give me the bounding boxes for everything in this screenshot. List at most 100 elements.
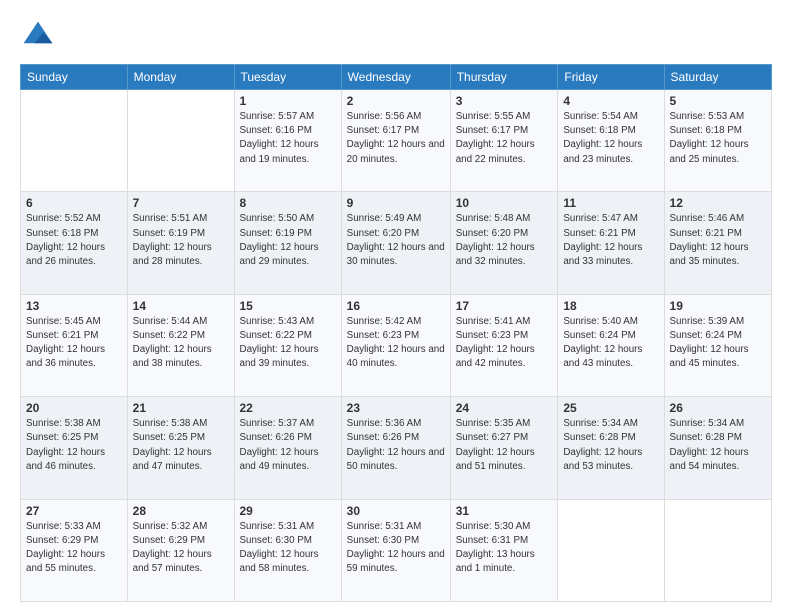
day-info: Sunrise: 5:45 AM Sunset: 6:21 PM Dayligh… xyxy=(26,315,122,372)
calendar-cell: 25 Sunrise: 5:34 AM Sunset: 6:28 PM Dayli… xyxy=(558,397,664,499)
calendar-body: 1 Sunrise: 5:57 AM Sunset: 6:16 PM Daylig… xyxy=(21,90,772,602)
calendar-cell: 30 Sunrise: 5:31 AM Sunset: 6:30 PM Dayli… xyxy=(341,499,450,601)
day-number: 16 xyxy=(347,299,445,313)
calendar-cell xyxy=(21,90,128,192)
calendar-cell: 21 Sunrise: 5:38 AM Sunset: 6:25 PM Dayli… xyxy=(127,397,234,499)
day-number: 7 xyxy=(133,196,229,210)
day-number: 2 xyxy=(347,94,445,108)
day-number: 23 xyxy=(347,401,445,415)
day-info: Sunrise: 5:44 AM Sunset: 6:22 PM Dayligh… xyxy=(133,315,229,372)
day-number: 3 xyxy=(456,94,553,108)
day-number: 26 xyxy=(670,401,766,415)
day-info: Sunrise: 5:48 AM Sunset: 6:20 PM Dayligh… xyxy=(456,212,553,269)
day-info: Sunrise: 5:31 AM Sunset: 6:30 PM Dayligh… xyxy=(347,520,445,577)
day-number: 13 xyxy=(26,299,122,313)
day-info: Sunrise: 5:36 AM Sunset: 6:26 PM Dayligh… xyxy=(347,417,445,474)
calendar-cell: 15Sunrise: 5:43 AM Sunset: 6:22 PM Dayli… xyxy=(234,294,341,396)
day-number: 1 xyxy=(240,94,336,108)
calendar-week: 1 Sunrise: 5:57 AM Sunset: 6:16 PM Daylig… xyxy=(21,90,772,192)
calendar-cell xyxy=(664,499,771,601)
calendar-cell xyxy=(127,90,234,192)
day-number: 8 xyxy=(240,196,336,210)
calendar-cell: 10Sunrise: 5:48 AM Sunset: 6:20 PM Dayli… xyxy=(450,192,558,294)
calendar-cell: 5Sunrise: 5:53 AM Sunset: 6:18 PM Daylig… xyxy=(664,90,771,192)
day-number: 24 xyxy=(456,401,553,415)
calendar-week: 6 Sunrise: 5:52 AM Sunset: 6:18 PM Daylig… xyxy=(21,192,772,294)
day-info: Sunrise: 5:40 AM Sunset: 6:24 PM Dayligh… xyxy=(563,315,658,372)
day-number: 6 xyxy=(26,196,122,210)
day-info: Sunrise: 5:31 AM Sunset: 6:30 PM Dayligh… xyxy=(240,520,336,577)
day-info: Sunrise: 5:51 AM Sunset: 6:19 PM Dayligh… xyxy=(133,212,229,269)
day-info: Sunrise: 5:32 AM Sunset: 6:29 PM Dayligh… xyxy=(133,520,229,577)
day-info: Sunrise: 5:30 AM Sunset: 6:31 PM Dayligh… xyxy=(456,520,553,577)
day-number: 22 xyxy=(240,401,336,415)
calendar-cell: 8Sunrise: 5:50 AM Sunset: 6:19 PM Daylig… xyxy=(234,192,341,294)
day-info: Sunrise: 5:42 AM Sunset: 6:23 PM Dayligh… xyxy=(347,315,445,372)
calendar-cell: 29 Sunrise: 5:31 AM Sunset: 6:30 PM Dayli… xyxy=(234,499,341,601)
weekday-row: SundayMondayTuesdayWednesdayThursdayFrid… xyxy=(21,65,772,90)
weekday-header: Monday xyxy=(127,65,234,90)
day-info: Sunrise: 5:37 AM Sunset: 6:26 PM Dayligh… xyxy=(240,417,336,474)
day-number: 27 xyxy=(26,504,122,518)
calendar-cell: 23 Sunrise: 5:36 AM Sunset: 6:26 PM Dayli… xyxy=(341,397,450,499)
day-info: Sunrise: 5:55 AM Sunset: 6:17 PM Dayligh… xyxy=(456,110,553,167)
day-number: 4 xyxy=(563,94,658,108)
day-number: 11 xyxy=(563,196,658,210)
calendar-week: 27 Sunrise: 5:33 AM Sunset: 6:29 PM Dayli… xyxy=(21,499,772,601)
calendar-cell: 12 Sunrise: 5:46 AM Sunset: 6:21 PM Dayli… xyxy=(664,192,771,294)
day-number: 9 xyxy=(347,196,445,210)
day-number: 17 xyxy=(456,299,553,313)
day-number: 20 xyxy=(26,401,122,415)
calendar-cell: 28 Sunrise: 5:32 AM Sunset: 6:29 PM Dayli… xyxy=(127,499,234,601)
day-info: Sunrise: 5:49 AM Sunset: 6:20 PM Dayligh… xyxy=(347,212,445,269)
day-number: 18 xyxy=(563,299,658,313)
day-info: Sunrise: 5:34 AM Sunset: 6:28 PM Dayligh… xyxy=(563,417,658,474)
calendar-cell: 27 Sunrise: 5:33 AM Sunset: 6:29 PM Dayli… xyxy=(21,499,128,601)
day-info: Sunrise: 5:34 AM Sunset: 6:28 PM Dayligh… xyxy=(670,417,766,474)
calendar-cell: 16 Sunrise: 5:42 AM Sunset: 6:23 PM Dayli… xyxy=(341,294,450,396)
weekday-header: Saturday xyxy=(664,65,771,90)
day-number: 30 xyxy=(347,504,445,518)
weekday-header: Tuesday xyxy=(234,65,341,90)
day-info: Sunrise: 5:38 AM Sunset: 6:25 PM Dayligh… xyxy=(133,417,229,474)
calendar-week: 20 Sunrise: 5:38 AM Sunset: 6:25 PM Dayli… xyxy=(21,397,772,499)
calendar-cell: 7 Sunrise: 5:51 AM Sunset: 6:19 PM Daylig… xyxy=(127,192,234,294)
calendar-cell: 18 Sunrise: 5:40 AM Sunset: 6:24 PM Dayli… xyxy=(558,294,664,396)
weekday-header: Sunday xyxy=(21,65,128,90)
weekday-header: Thursday xyxy=(450,65,558,90)
calendar-cell: 26 Sunrise: 5:34 AM Sunset: 6:28 PM Dayli… xyxy=(664,397,771,499)
day-number: 28 xyxy=(133,504,229,518)
day-info: Sunrise: 5:35 AM Sunset: 6:27 PM Dayligh… xyxy=(456,417,553,474)
day-number: 15 xyxy=(240,299,336,313)
weekday-header: Friday xyxy=(558,65,664,90)
day-info: Sunrise: 5:33 AM Sunset: 6:29 PM Dayligh… xyxy=(26,520,122,577)
calendar-header: SundayMondayTuesdayWednesdayThursdayFrid… xyxy=(21,65,772,90)
calendar-cell: 6 Sunrise: 5:52 AM Sunset: 6:18 PM Daylig… xyxy=(21,192,128,294)
day-info: Sunrise: 5:52 AM Sunset: 6:18 PM Dayligh… xyxy=(26,212,122,269)
day-number: 14 xyxy=(133,299,229,313)
day-number: 29 xyxy=(240,504,336,518)
day-number: 19 xyxy=(670,299,766,313)
day-info: Sunrise: 5:38 AM Sunset: 6:25 PM Dayligh… xyxy=(26,417,122,474)
calendar-cell: 4Sunrise: 5:54 AM Sunset: 6:18 PM Daylig… xyxy=(558,90,664,192)
calendar-cell: 1 Sunrise: 5:57 AM Sunset: 6:16 PM Daylig… xyxy=(234,90,341,192)
page: SundayMondayTuesdayWednesdayThursdayFrid… xyxy=(0,0,792,612)
calendar-cell: 9 Sunrise: 5:49 AM Sunset: 6:20 PM Daylig… xyxy=(341,192,450,294)
day-info: Sunrise: 5:56 AM Sunset: 6:17 PM Dayligh… xyxy=(347,110,445,167)
calendar-cell: 13 Sunrise: 5:45 AM Sunset: 6:21 PM Dayli… xyxy=(21,294,128,396)
day-info: Sunrise: 5:47 AM Sunset: 6:21 PM Dayligh… xyxy=(563,212,658,269)
calendar-cell: 3 Sunrise: 5:55 AM Sunset: 6:17 PM Daylig… xyxy=(450,90,558,192)
day-number: 12 xyxy=(670,196,766,210)
calendar-cell: 11 Sunrise: 5:47 AM Sunset: 6:21 PM Dayli… xyxy=(558,192,664,294)
day-info: Sunrise: 5:46 AM Sunset: 6:21 PM Dayligh… xyxy=(670,212,766,269)
day-number: 21 xyxy=(133,401,229,415)
calendar-cell: 24 Sunrise: 5:35 AM Sunset: 6:27 PM Dayli… xyxy=(450,397,558,499)
day-info: Sunrise: 5:57 AM Sunset: 6:16 PM Dayligh… xyxy=(240,110,336,167)
calendar-week: 13 Sunrise: 5:45 AM Sunset: 6:21 PM Dayli… xyxy=(21,294,772,396)
calendar-cell: 2 Sunrise: 5:56 AM Sunset: 6:17 PM Daylig… xyxy=(341,90,450,192)
calendar-cell: 22 Sunrise: 5:37 AM Sunset: 6:26 PM Dayli… xyxy=(234,397,341,499)
day-number: 25 xyxy=(563,401,658,415)
calendar-cell: 14 Sunrise: 5:44 AM Sunset: 6:22 PM Dayli… xyxy=(127,294,234,396)
day-info: Sunrise: 5:39 AM Sunset: 6:24 PM Dayligh… xyxy=(670,315,766,372)
logo xyxy=(20,18,60,54)
